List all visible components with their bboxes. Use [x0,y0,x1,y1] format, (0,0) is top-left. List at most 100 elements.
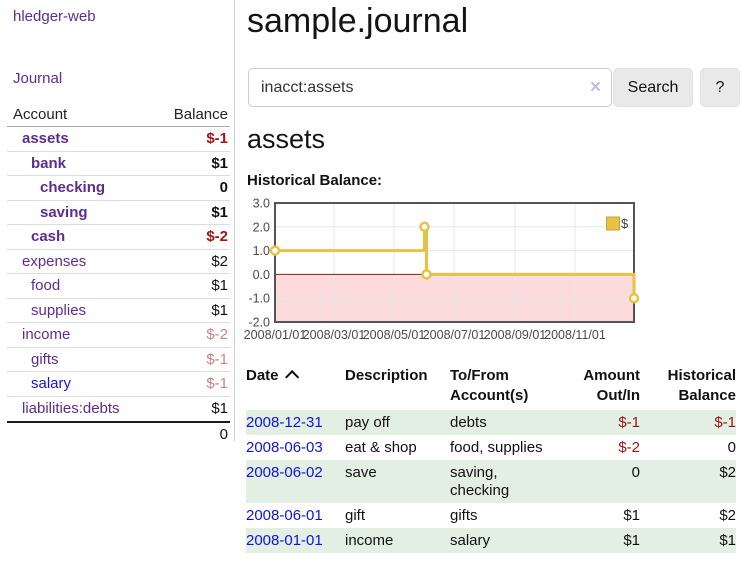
account-row: cash $-2 [7,225,230,250]
svg-text:$: $ [621,216,629,231]
transaction-amount: 0 [569,464,640,500]
search-input[interactable] [248,68,612,107]
transaction-date-link[interactable]: 2008-12-31 [246,414,323,431]
transaction-balance: $2 [640,464,736,500]
account-balance: $-1 [206,351,230,372]
account-balance: $-2 [206,326,230,347]
transaction-description: pay off [345,414,450,432]
help-button[interactable]: ? [700,68,740,107]
svg-text:1.0: 1.0 [253,244,270,258]
account-link[interactable]: checking [7,179,105,200]
account-balance: $-1 [206,375,230,396]
account-link[interactable]: supplies [7,302,86,323]
register-row: 2008-06-01 giftgifts$1$2 [246,503,736,528]
svg-text:2008/01/01: 2008/01/01 [244,328,307,342]
app-title-link[interactable]: hledger-web [13,8,96,25]
account-row: liabilities:debts $1 [7,397,230,422]
sidebar-divider [234,0,235,441]
register-header-description[interactable]: Description [345,366,450,406]
account-balance: 0 [220,179,230,200]
account-link[interactable]: liabilities:debts [7,400,120,422]
account-link[interactable]: gifts [7,351,59,372]
register-header-balance[interactable]: Historical Balance [640,366,736,406]
account-row: income $-2 [7,323,230,348]
transaction-accounts: food, supplies [450,439,569,457]
svg-text:2008/03/01: 2008/03/01 [303,328,366,342]
register-header-amount[interactable]: Amount Out/In [569,366,640,406]
account-row: assets $-1 [7,127,230,152]
transaction-amount: $-1 [569,414,640,432]
account-link[interactable]: saving [7,204,88,225]
svg-text:-1.0: -1.0 [248,292,270,306]
chart-title: Historical Balance: [247,172,382,189]
transaction-balance: $2 [640,507,736,525]
accounts-tree: Account Balance assets $-1 bank $1 checking 0… [7,103,230,445]
account-link[interactable]: food [7,277,60,298]
svg-text:2008/11/01: 2008/11/01 [544,328,606,342]
register-row: 2008-06-03 eat & shopfood, supplies$-20 [246,435,736,460]
account-balance: $2 [211,253,230,274]
accounts-total-value: 0 [220,426,228,445]
sidebar-item-journal[interactable]: Journal [13,70,62,87]
transaction-amount: $-2 [569,439,640,457]
register-row: 2008-12-31pay offdebts$-1$-1 [246,410,736,435]
account-link[interactable]: salary [7,375,71,396]
sort-ascending-icon [285,370,299,384]
transaction-accounts: saving, checking [450,464,569,500]
svg-text:0.0: 0.0 [253,268,270,282]
transaction-accounts: salary [450,532,569,550]
account-row: bank $1 [7,152,230,177]
page-title: sample.journal [247,2,468,41]
account-link[interactable]: income [7,326,70,347]
transaction-description: save [345,464,450,500]
account-link[interactable]: bank [7,155,66,176]
search-button[interactable]: Search [613,68,693,107]
transaction-description: gift [345,507,450,525]
transaction-date-link[interactable]: 2008-06-03 [246,439,323,456]
svg-text:2008/05/01: 2008/05/01 [363,328,426,342]
account-balance: $-1 [206,130,230,151]
register-body: 2008-12-31pay offdebts$-1$-12008-06-03ea… [246,410,736,553]
accounts-header-account: Account [13,106,67,126]
transaction-balance: $1 [640,532,736,550]
clear-search-icon[interactable]: × [590,77,601,99]
transaction-amount: $1 [569,507,640,525]
account-balance: $-2 [206,228,230,249]
account-row: salary $-1 [7,372,230,397]
register-table: Date Description To/From Account(s) Amou… [246,364,736,553]
svg-text:2.0: 2.0 [253,220,270,234]
transaction-date-link[interactable]: 2008-01-01 [246,532,323,549]
account-row: food $1 [7,274,230,299]
account-link[interactable]: cash [7,228,65,249]
account-row: saving $1 [7,201,230,226]
accounts-tree-body: assets$-1bank$1checking0saving$1cash$-2e… [7,127,230,421]
svg-text:2008/07/01: 2008/07/01 [423,328,486,342]
accounts-header-balance: Balance [174,106,228,126]
transaction-balance: 0 [640,439,736,457]
transaction-accounts: gifts [450,507,569,525]
accounts-total-row: 0 [7,421,230,445]
account-link[interactable]: assets [7,130,69,151]
account-link[interactable]: expenses [7,253,86,274]
register-row: 2008-01-01incomesalary$1$1 [246,528,736,553]
account-heading: assets [247,124,325,155]
account-balance: $1 [211,277,230,298]
register-row: 2008-06-02 savesaving, checking0$2 [246,460,736,503]
historical-balance-chart[interactable]: $3.02.01.00.0-1.0-2.02008/01/012008/03/0… [240,196,720,348]
chart-canvas[interactable]: $3.02.01.00.0-1.0-2.02008/01/012008/03/0… [240,196,720,348]
account-row: expenses $2 [7,250,230,275]
transaction-balance: $-1 [640,414,736,432]
accounts-tree-header: Account Balance [7,103,230,127]
account-balance: $1 [211,400,230,422]
transaction-date-link[interactable]: 2008-06-01 [246,507,323,524]
register-header-date[interactable]: Date [246,366,345,406]
account-balance: $1 [211,155,230,176]
account-balance: $1 [211,204,230,225]
transaction-accounts: debts [450,414,569,432]
transaction-description: income [345,532,450,550]
svg-text:2008/09/01: 2008/09/01 [484,328,547,342]
register-header-accounts[interactable]: To/From Account(s) [450,366,569,406]
transaction-date-link[interactable]: 2008-06-02 [246,464,323,481]
register-header-row: Date Description To/From Account(s) Amou… [246,364,736,410]
transaction-description: eat & shop [345,439,450,457]
